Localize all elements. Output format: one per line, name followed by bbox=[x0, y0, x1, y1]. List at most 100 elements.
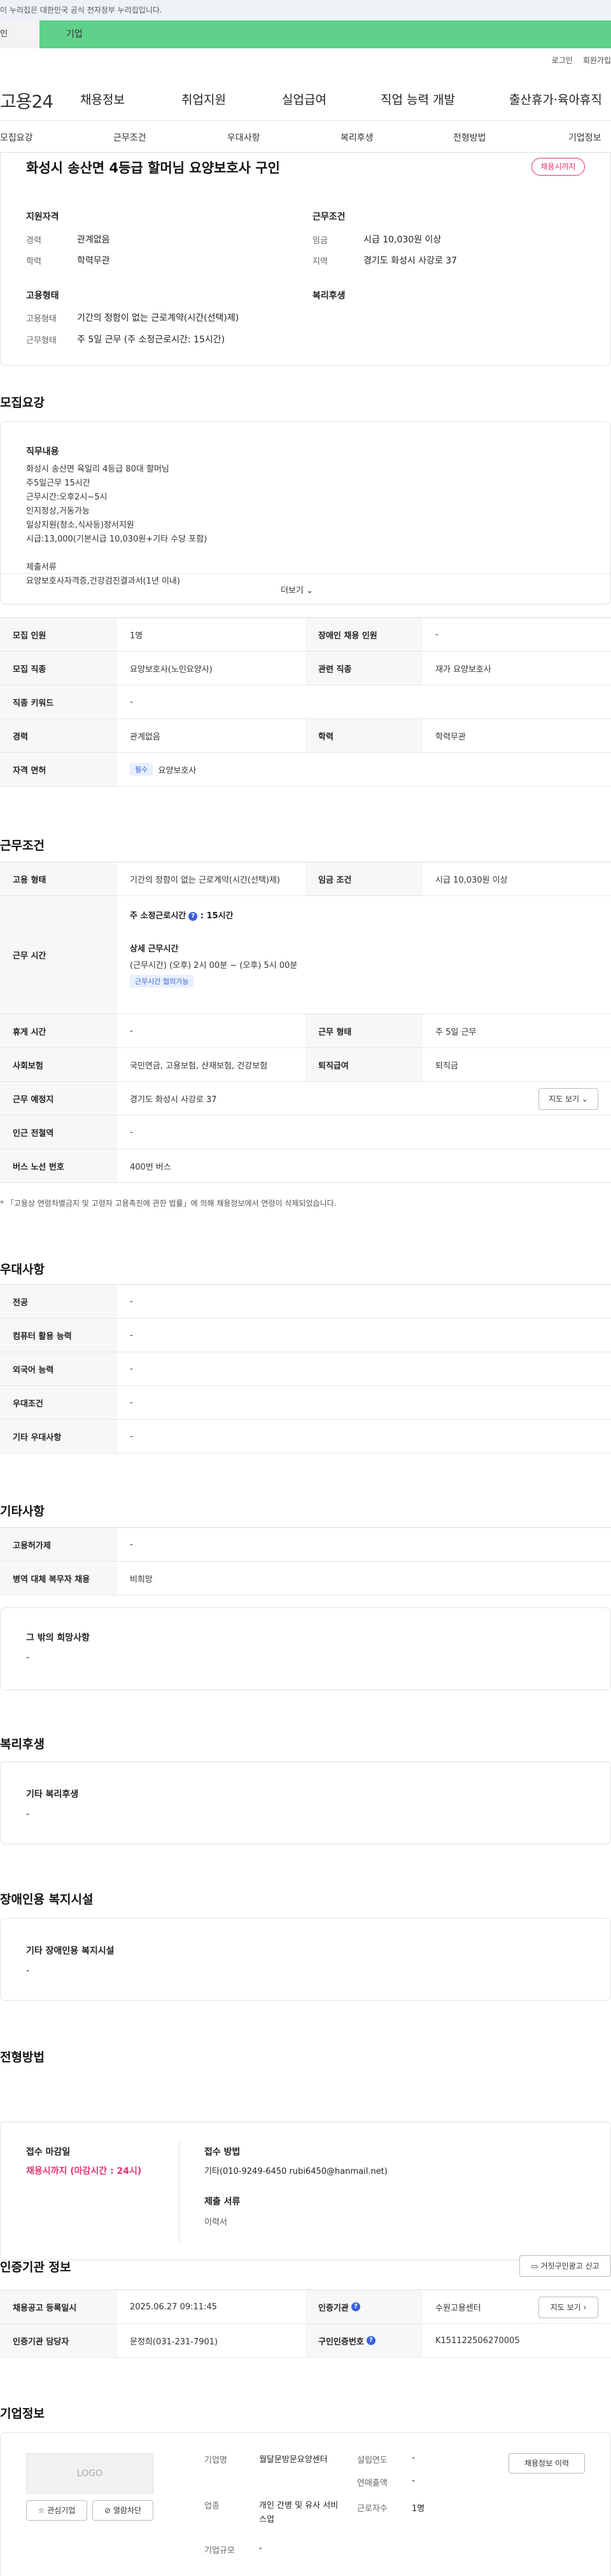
table-cell: 수원고용센터 bbox=[435, 2303, 481, 2313]
table-row: 근무 예정지 경기도 화성시 사강로 37 지도 보기 ⌄ bbox=[0, 1082, 611, 1116]
table-row: 인증기관 담당자 문정희(031-231-7901) 구인인증번호? K1511… bbox=[0, 2324, 611, 2358]
weekly-label: 주 소정근로시간 bbox=[130, 911, 186, 921]
map-button[interactable]: 지도 보기 ⌄ bbox=[538, 1088, 598, 1110]
table-row: 컴퓨터 활용 능력 - bbox=[0, 1319, 611, 1352]
question-icon[interactable]: ? bbox=[351, 2302, 360, 2311]
table-header: 인근 전철역 bbox=[0, 1116, 117, 1149]
detail-value: (근무시간) (오후) 2시 00분 ~ (오후) 5시 00분 bbox=[130, 961, 298, 970]
docs-title: 제출 서류 bbox=[204, 2197, 241, 2207]
report-icon: ▭ bbox=[531, 2262, 538, 2271]
table-row: 인근 전철역 - bbox=[0, 1116, 611, 1149]
block-button[interactable]: ⊘ 열람차단 bbox=[92, 2500, 153, 2521]
site-logo[interactable]: 고용24 bbox=[0, 88, 53, 113]
table-row: 사회보험 국민연금, 고용보험, 산재보험, 건강보험 퇴직급여 퇴직금 bbox=[0, 1048, 611, 1082]
gnb-item-leave[interactable]: 출산휴가·육아휴직 bbox=[509, 90, 602, 108]
table-header: 모집 인원 bbox=[0, 618, 117, 651]
area-label: 지역 bbox=[313, 257, 328, 267]
snb-welfare[interactable]: 복리후생 bbox=[341, 131, 374, 144]
block-icon: ⊘ bbox=[104, 2506, 111, 2515]
found-value: - bbox=[412, 2453, 415, 2463]
career-value: 관계없음 bbox=[77, 235, 110, 245]
table-cell: K151122506270005 bbox=[435, 2335, 520, 2346]
negotiable-tag: 근무시간 협의가능 bbox=[130, 975, 194, 988]
table-cell: - bbox=[130, 1127, 133, 1137]
job-title: 화성시 송산면 4등급 할머님 요양보호사 구인 bbox=[26, 160, 280, 176]
table-header: 모집 직종 bbox=[0, 652, 117, 685]
more-button[interactable]: 더보기 ⌄ bbox=[281, 584, 313, 596]
deadline-value: 채용시까지 (마감시간 : 24시) bbox=[26, 2166, 142, 2176]
disab-box-value: - bbox=[26, 1966, 30, 1976]
recruit-section-title: 모집요강 bbox=[0, 396, 45, 410]
snb-recruit[interactable]: 모집요강 bbox=[0, 131, 33, 144]
duty-line bbox=[26, 547, 472, 561]
table-cell: 비희망 bbox=[130, 1574, 153, 1585]
question-icon[interactable]: ? bbox=[366, 2336, 376, 2345]
docs-value: 이력서 bbox=[204, 2218, 227, 2227]
login-link[interactable]: 로그인 bbox=[552, 56, 573, 65]
table-cell: - bbox=[130, 697, 133, 707]
name-value: 월달문방문요양센터 bbox=[259, 2455, 328, 2465]
duty-title: 직무내용 bbox=[26, 447, 59, 457]
question-icon[interactable]: ? bbox=[188, 911, 198, 921]
org-label: 인증기관 bbox=[318, 2303, 349, 2313]
found-label: 설립연도 bbox=[357, 2456, 388, 2465]
table-cell: 400번 버스 bbox=[130, 1162, 171, 1172]
table-header: 퇴직급여 bbox=[306, 1048, 423, 1081]
duty-line: 시급:13,000(기본시급 10,030원+기타 수당 포함) bbox=[26, 535, 207, 544]
wage-value: 시급 10,030원 이상 bbox=[363, 235, 442, 245]
fav-button[interactable]: ☆ 관심기업 bbox=[26, 2500, 87, 2521]
table-header: 자격 면허 bbox=[0, 753, 117, 786]
company-section-title: 기업정보 bbox=[0, 2407, 45, 2421]
duty-text: 화성시 송산면 육일리 4등급 80대 할머님 주5일근무 15시간 근무시간:… bbox=[26, 463, 472, 589]
table-cell: - bbox=[130, 1539, 133, 1550]
table-row: 자격 면허 필수 요양보호사 bbox=[0, 753, 611, 787]
tab-company[interactable]: 기업 bbox=[39, 20, 611, 48]
cond-title: 근무조건 bbox=[313, 212, 346, 222]
report-label: 거짓구인광고 신고 bbox=[540, 2262, 600, 2271]
table-header: 임금 조건 bbox=[306, 862, 423, 895]
chevron-down-icon: ⌄ bbox=[306, 586, 313, 596]
table-row: 병역 대체 복무자 채용 비희망 bbox=[0, 1562, 611, 1595]
gnb-item-support[interactable]: 취업지원 bbox=[181, 90, 226, 108]
gnb-item-benefit[interactable]: 실업급여 bbox=[282, 90, 327, 108]
table-cell: - bbox=[130, 1431, 133, 1441]
snb-work[interactable]: 근무조건 bbox=[113, 131, 146, 144]
company-card: LOGO ☆ 관심기업 ⊘ 열람차단 기업명 월달문방문요양센터 설립연도 - … bbox=[0, 2432, 611, 2576]
table-header: 근무 형태 bbox=[306, 1014, 423, 1047]
table-cell: 문정희(031-231-7901) bbox=[130, 2337, 218, 2347]
global-nav: 고용24 채용정보 취업지원 실업급여 직업 능력 개발 출산휴가·육아휴직 bbox=[0, 76, 611, 121]
method-value: 기타(010-9249-6450 rubi6450@hanmail.net) bbox=[204, 2167, 388, 2176]
table-cell: - bbox=[130, 1330, 133, 1340]
cert-map-button[interactable]: 지도 보기 › bbox=[538, 2297, 598, 2318]
edu-label: 학력 bbox=[26, 257, 41, 267]
welfare-box: 기타 복리후생 - bbox=[0, 1761, 611, 1844]
duty-card: 직무내용 화성시 송산면 육일리 4등급 80대 할머님 주5일근무 15시간 … bbox=[0, 421, 611, 605]
table-cell: - bbox=[130, 1296, 133, 1306]
report-button[interactable]: ▭ 거짓구인광고 신고 bbox=[519, 2255, 611, 2277]
wage-label: 임금 bbox=[313, 236, 328, 246]
emp-count-label: 근로자수 bbox=[357, 2504, 388, 2514]
duty-line: 요양보호사자격증,건강검진결과서(1년 이내) bbox=[26, 577, 180, 586]
snb-company[interactable]: 기업정보 bbox=[568, 131, 601, 144]
etc-section-title: 기타사항 bbox=[0, 1504, 45, 1518]
table-cell: 2025.06.27 09:11:45 bbox=[130, 2302, 217, 2312]
tab-individual[interactable]: 인 bbox=[0, 20, 39, 48]
history-button[interactable]: 채용정보 이력 bbox=[509, 2453, 585, 2474]
snb-screen[interactable]: 전형방법 bbox=[453, 131, 486, 144]
etc-table: 고용허가제 - 병역 대체 복무자 채용 비희망 bbox=[0, 1527, 611, 1595]
table-cell: 시급 10,030원 이상 bbox=[435, 875, 508, 885]
table-header: 학력 bbox=[306, 719, 423, 752]
gnb-item-training[interactable]: 직업 능력 개발 bbox=[381, 90, 455, 108]
etc-wish-box: 그 밖의 희망사항 - bbox=[0, 1607, 611, 1690]
snb-pref[interactable]: 우대사항 bbox=[227, 131, 260, 144]
emp-title: 고용형태 bbox=[26, 291, 59, 301]
join-link[interactable]: 회원가입 bbox=[583, 56, 611, 65]
sales-value: - bbox=[412, 2476, 415, 2486]
gnb-item-jobs[interactable]: 채용정보 bbox=[80, 90, 125, 108]
license-value: 요양보호사 bbox=[158, 766, 197, 776]
table-header: 우대조건 bbox=[0, 1386, 117, 1419]
screen-section-title: 전형방법 bbox=[0, 2050, 45, 2064]
chevron-right-icon: › bbox=[583, 2303, 587, 2312]
required-tag: 필수 bbox=[130, 763, 153, 776]
table-row: 근무 시간 주 소정근로시간? : 15시간 상세 근무시간 (근무시간) (오… bbox=[0, 896, 611, 1014]
